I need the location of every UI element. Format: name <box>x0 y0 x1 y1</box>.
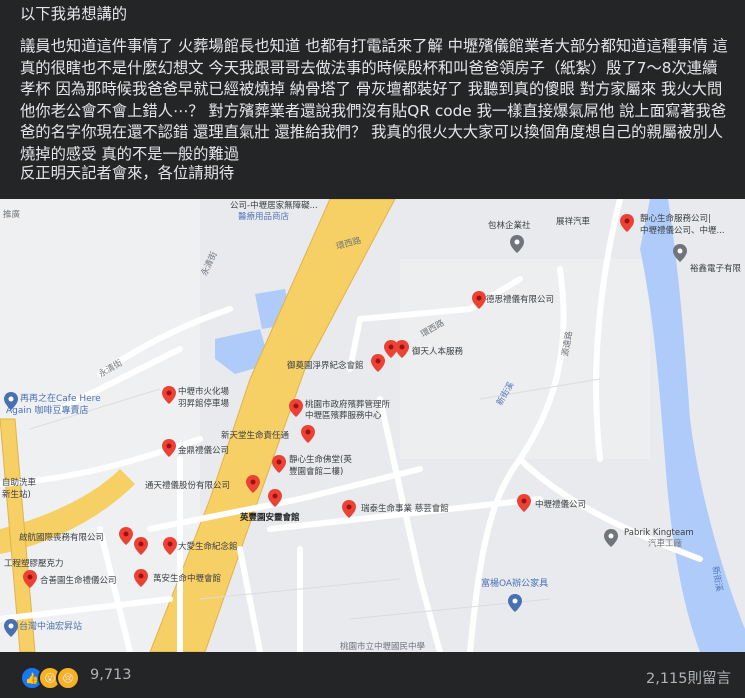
map-label-wanan: 萬安生命中壢會館 <box>153 574 222 584</box>
map-label-jinding: 金鼎禮儀公司 <box>178 446 230 456</box>
post-closing: 反正明天記者會來，各位請期待 <box>20 164 235 182</box>
map-label-xintian: 新天堂生命責任通 <box>221 431 290 441</box>
location-pin-icon[interactable] <box>510 235 524 253</box>
post-footer: 👍 😮 😢 9,713 2,115則留言 <box>0 652 745 698</box>
map-label-taoyuan-gov2: 中壢區殯葬服務中心 <box>305 411 382 421</box>
map-pin-icon[interactable] <box>289 399 303 417</box>
map-pin-icon[interactable] <box>620 214 634 232</box>
map-label-zhongli-crem1: 中壢市火化場 <box>178 387 230 397</box>
map-label-jingxin-top: 靜心生命服務公司| <box>640 214 711 224</box>
map-label-daai: 大愛生命紀念館 <box>178 542 238 552</box>
map-label-zhongli-etiquette: 中壢禮儀公司 <box>535 500 587 510</box>
location-pin-icon[interactable] <box>508 594 522 612</box>
map-label-yutian: 御天人本服務 <box>412 347 464 357</box>
map-pin-icon[interactable] <box>517 494 531 512</box>
location-pin-icon[interactable] <box>604 529 618 547</box>
map-label-jingxin-mid2: 豐園會館二樓) <box>289 467 344 477</box>
post-text: 以下我弟想講的 議員也知道這件事情了 火葬場館長也知道 也都有打電話來了解 中壢… <box>0 0 745 198</box>
map-label-jingxin-top2: 中壢禮儀公司、中壢... <box>640 226 725 236</box>
reactions[interactable]: 👍 😮 😢 <box>20 666 80 690</box>
location-pin-icon[interactable] <box>4 392 18 410</box>
map-pin-icon[interactable] <box>134 537 148 555</box>
map-label-wash2: 新生站) <box>2 490 31 500</box>
map-label-cafe1: 再再之在Cafe Here <box>20 394 101 404</box>
map-label-jingxin-mid1: 靜心生命佛堂(英 <box>289 455 352 465</box>
location-pin-icon[interactable] <box>4 619 18 637</box>
map-label-fuyang: 富楊OA辦公家具 <box>481 579 549 589</box>
map-pin-icon[interactable] <box>163 537 177 555</box>
map-label-wash1: 自助洗車 <box>2 478 37 488</box>
map-label-yingfeng: 英豐園安靈會館 <box>240 513 300 523</box>
map-label-zhanxiang: 展祥汽車 <box>556 217 591 227</box>
map-label-baolin: 包林企業社 <box>488 221 531 231</box>
map-pin-icon[interactable] <box>301 425 315 443</box>
post-intro: 以下我弟想講的 <box>20 5 128 23</box>
map-pin-icon[interactable] <box>134 569 148 587</box>
map-label-yuxin: 裕鑫電子有限 <box>690 264 742 274</box>
map-label-yuying: 御奠園淨界紀念會館 <box>287 361 364 371</box>
map-label-ruitai: 瑞泰生命事業 慈芸會館 <box>361 504 449 514</box>
map-pin-icon[interactable] <box>371 354 385 372</box>
map-label-desi: 德思禮儀有限公司 <box>486 295 555 305</box>
map-pin-icon[interactable] <box>472 291 486 309</box>
map-label-pabrik2: 汽車工廠 <box>648 539 683 549</box>
location-pin-icon[interactable] <box>673 244 687 262</box>
comment-count[interactable]: 2,115則留言 <box>646 667 731 688</box>
map-label-zhongli-crem2: 羽昇館停車場 <box>178 399 230 409</box>
map-label-cafe2: Again 咖啡豆專賣店 <box>6 406 89 416</box>
map-pin-icon[interactable] <box>162 386 176 404</box>
sad-icon: 😢 <box>56 666 80 690</box>
map-image[interactable]: 公司-中壢居家無障礙... 醫療用品商店 包林企業社 展祥汽車 靜心生命服務公司… <box>0 199 745 652</box>
map-pin-icon[interactable] <box>395 340 409 358</box>
map-label-heshan: 合善園生命禮儀公司 <box>40 576 117 586</box>
map-label-taoyuan-gov1: 桃園市政府殯葬管理所 <box>305 400 391 410</box>
map-label-tongtian: 通天禮儀股份有限公司 <box>145 481 231 491</box>
map-pin-icon[interactable] <box>23 570 37 588</box>
map-pin-icon[interactable] <box>272 455 286 473</box>
map-pin-icon[interactable] <box>342 500 356 518</box>
post-body: 議員也知道這件事情了 火葬場館長也知道 也都有打電話來了解 中壢殯儀館業者大部分… <box>20 37 728 163</box>
map-label-pushcar: 推廣 <box>3 210 21 220</box>
map-pin-icon[interactable] <box>268 489 282 507</box>
reaction-count[interactable]: 9,713 <box>90 667 132 683</box>
map-label-gas: 台灣中油宏昇站 <box>19 622 83 632</box>
map-label-road-bottom: 桃園市立中壢國民中學 <box>340 642 426 652</box>
map-label-company-top: 公司-中壢居家無障礙... <box>230 201 318 211</box>
map-pin-icon[interactable] <box>119 527 133 545</box>
map-label-workshop: 工程塑膠壓克力 <box>4 559 64 569</box>
map-label-company-top2: 醫療用品商店 <box>238 212 290 222</box>
map-label-pabrik: Pabrik Kingteam <box>624 528 694 538</box>
map-pin-icon[interactable] <box>246 475 260 493</box>
map-label-qihang: 啟航國際喪務有限公司 <box>19 533 105 543</box>
map-pin-icon[interactable] <box>162 439 176 457</box>
